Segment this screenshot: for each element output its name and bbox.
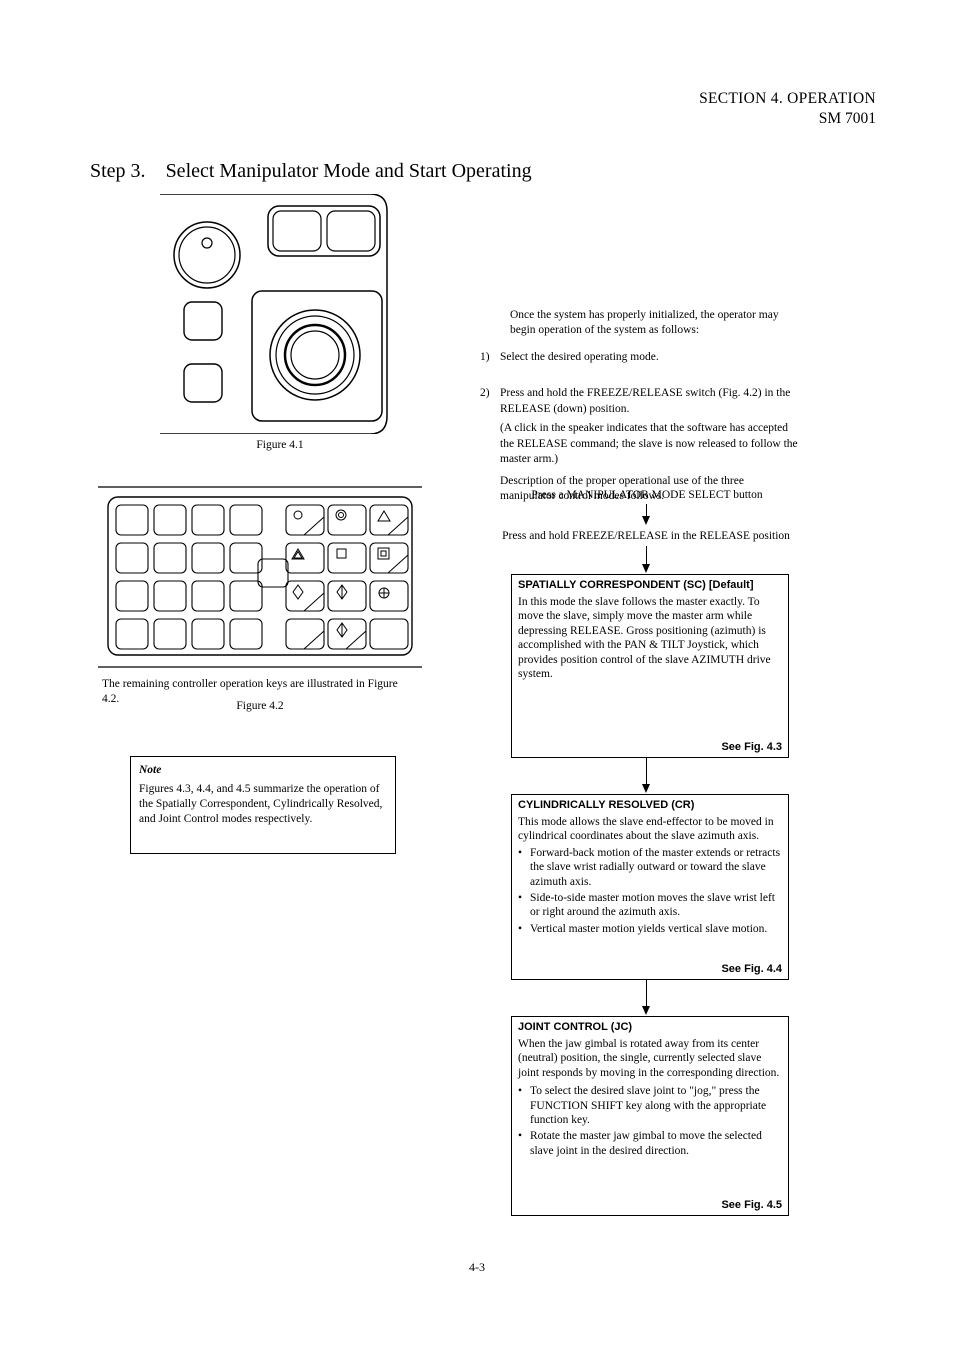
flow-label-2: Press and hold FREEZE/RELEASE in the REL… (486, 530, 806, 542)
figure-4-2-caption: Figure 4.2 (98, 700, 422, 712)
figure-4-2-keypad (98, 485, 422, 670)
cr-bullet-3: Vertical master motion yields vertical s… (530, 922, 782, 936)
right-item-2: 2) Press and hold the FREEZE/RELEASE swi… (480, 386, 800, 505)
flow-arrow-3-head (642, 784, 650, 793)
jc-body-c: Rotate the master jaw gimbal to move the… (530, 1129, 782, 1158)
flow-arrow-2-stem (646, 546, 647, 564)
mode-select-hidden: MANIPULATOR MODE SELECT Area The MANIPUL… (416, 452, 417, 453)
cr-bullet-2: Side-to-side master motion moves the sla… (530, 891, 782, 920)
flow-arrow-4-stem (646, 980, 647, 1006)
jc-body-b: To select the desired slave joint to "jo… (530, 1084, 782, 1127)
flow-label-1: Press a MANIPULATOR MODE SELECT button (512, 489, 782, 501)
note-box: Note Figures 4.3, 4.4, and 4.5 summarize… (130, 756, 396, 854)
item1-text: Select the desired operating mode. (500, 350, 796, 365)
manual-number: SM 7001 (699, 110, 876, 128)
jc-body-a: When the jaw gimbal is rotated away from… (518, 1037, 782, 1080)
item2b-text: (A click in the speaker indicates that t… (500, 421, 800, 468)
jc-ref: See Fig. 4.5 (518, 1199, 782, 1211)
flow-arrow-1-head (642, 516, 650, 525)
flow-box-jc: JOINT CONTROL (JC) When the jaw gimbal i… (511, 1016, 789, 1216)
cr-heading: CYLINDRICALLY RESOLVED (CR) (518, 799, 782, 811)
figure-4-1-panel (160, 194, 400, 434)
item1-number: 1) (480, 350, 500, 365)
cr-ref: See Fig. 4.4 (518, 963, 782, 975)
right-item-1: 1) Select the desired operating mode. (480, 350, 796, 365)
jc-heading: JOINT CONTROL (JC) (518, 1021, 782, 1033)
flow-arrow-4-head (642, 1006, 650, 1015)
step-number: Step 3. (90, 160, 146, 182)
item2-number: 2) (480, 386, 500, 417)
note-body: Figures 4.3, 4.4, and 4.5 summarize the … (139, 783, 382, 825)
step-title: Select Manipulator Mode and Start Operat… (166, 160, 532, 182)
sc-ref: See Fig. 4.3 (518, 741, 782, 753)
sc-body: In this mode the slave follows the maste… (518, 595, 782, 681)
header-block: SECTION 4. OPERATION SM 7001 (699, 90, 876, 128)
step-heading: Step 3. Select Manipulator Mode and Star… (90, 160, 532, 183)
flow-arrow-2-head (642, 564, 650, 573)
flow-arrow-3-stem (646, 758, 647, 784)
note-label: Note (139, 764, 161, 776)
flow-box-sc: SPATIALLY CORRESPONDENT (SC) [Default] I… (511, 574, 789, 758)
flow-box-cr: CYLINDRICALLY RESOLVED (CR) This mode al… (511, 794, 789, 980)
figure-4-1-caption: Figure 4.1 (160, 439, 400, 451)
section-title: SECTION 4. OPERATION (699, 90, 876, 108)
sc-heading: SPATIALLY CORRESPONDENT (SC) [Default] (518, 579, 782, 591)
right-intro: Once the system has properly initialized… (510, 308, 804, 338)
item2a-text: Press and hold the FREEZE/RELEASE switch… (500, 386, 800, 417)
cr-bullet-1: Forward-back motion of the master extend… (530, 846, 782, 889)
cr-body: This mode allows the slave end-effector … (518, 815, 782, 844)
flow-arrow-1-stem (646, 504, 647, 516)
page-number: 4-3 (0, 1260, 954, 1275)
